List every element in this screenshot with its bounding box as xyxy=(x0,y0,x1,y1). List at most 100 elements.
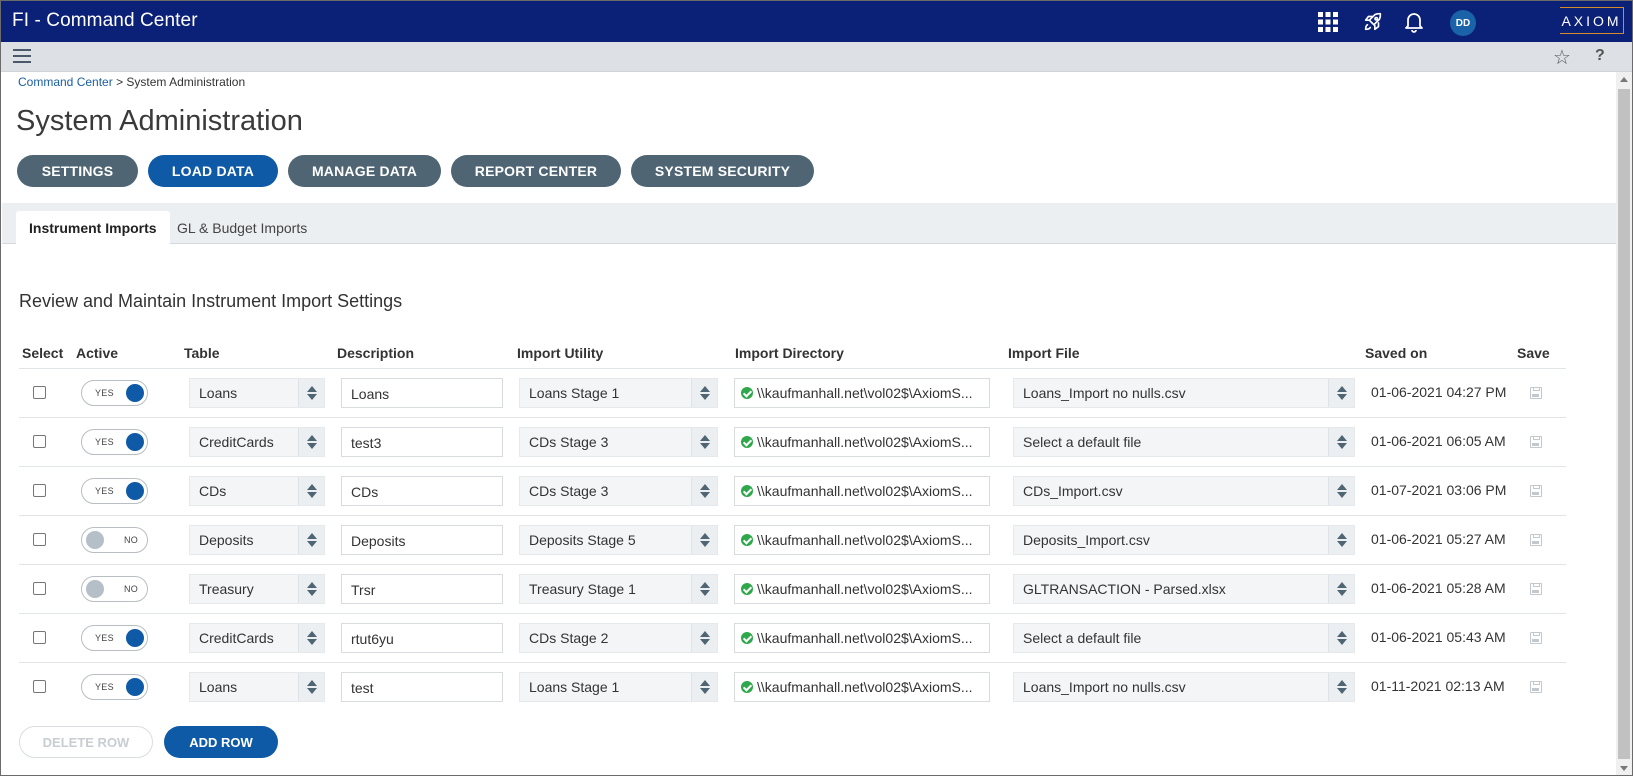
system-security-button[interactable]: SYSTEM SECURITY xyxy=(631,155,814,187)
import-directory-field[interactable]: \\kaufmanhall.net\vol02$\AxiomS... xyxy=(734,476,990,506)
bell-icon[interactable] xyxy=(1401,9,1427,35)
save-icon[interactable] xyxy=(1530,632,1542,644)
description-input[interactable]: Loans xyxy=(341,378,503,408)
import-file-select[interactable]: CDs_Import.csv xyxy=(1013,476,1355,506)
table-select[interactable]: Loans xyxy=(189,672,325,702)
import-directory-field[interactable]: \\kaufmanhall.net\vol02$\AxiomS... xyxy=(734,427,990,457)
save-icon[interactable] xyxy=(1530,485,1542,497)
import-utility-select[interactable]: CDs Stage 3 xyxy=(519,476,718,506)
import-directory-field[interactable]: \\kaufmanhall.net\vol02$\AxiomS... xyxy=(734,525,990,555)
check-circle-icon xyxy=(741,534,753,546)
table-row: NO Treasury Trsr Treasury Stage 1 \\kaufmanh… xyxy=(19,564,1566,613)
table-select[interactable]: CDs xyxy=(189,476,325,506)
delete-row-button[interactable]: DELETE ROW xyxy=(19,726,153,758)
import-utility-select[interactable]: Loans Stage 1 xyxy=(519,378,718,408)
table-select-value: CreditCards xyxy=(199,434,274,450)
save-icon[interactable] xyxy=(1530,681,1542,693)
active-toggle[interactable]: NO xyxy=(81,527,148,553)
description-input[interactable]: Deposits xyxy=(341,525,503,555)
report-center-button[interactable]: REPORT CENTER xyxy=(451,155,621,187)
row-select-checkbox[interactable] xyxy=(33,484,46,497)
import-file-select[interactable]: Select a default file xyxy=(1013,427,1355,457)
col-header-import-file: Import File xyxy=(1008,345,1080,361)
menu-icon[interactable] xyxy=(13,49,31,65)
import-utility-select[interactable]: Loans Stage 1 xyxy=(519,672,718,702)
import-utility-select[interactable]: Deposits Stage 5 xyxy=(519,525,718,555)
check-circle-icon xyxy=(741,583,753,595)
apps-grid-icon[interactable] xyxy=(1315,9,1341,35)
import-utility-select[interactable]: CDs Stage 2 xyxy=(519,623,718,653)
section-title: Review and Maintain Instrument Import Se… xyxy=(19,291,403,311)
scroll-down-icon[interactable] xyxy=(1620,766,1628,771)
row-select-checkbox[interactable] xyxy=(33,631,46,644)
active-toggle[interactable]: YES xyxy=(81,429,148,455)
col-header-save: Save xyxy=(1517,345,1550,361)
tab-instrument-imports[interactable]: Instrument Imports xyxy=(16,211,170,245)
import-directory-field[interactable]: \\kaufmanhall.net\vol02$\AxiomS... xyxy=(734,574,990,604)
vertical-scrollbar[interactable] xyxy=(1616,72,1632,775)
import-file-select[interactable]: Select a default file xyxy=(1013,623,1355,653)
star-icon[interactable]: ☆ xyxy=(1553,45,1571,70)
active-toggle-label: YES xyxy=(95,388,114,398)
table-select-value: Deposits xyxy=(199,532,254,548)
page-title: System Administration xyxy=(16,105,303,137)
sort-arrows-icon xyxy=(1328,477,1354,505)
help-icon[interactable]: ? xyxy=(1595,47,1605,65)
description-input[interactable]: Trsr xyxy=(341,574,503,604)
import-directory-field[interactable]: \\kaufmanhall.net\vol02$\AxiomS... xyxy=(734,672,990,702)
table-select[interactable]: CreditCards xyxy=(189,427,325,457)
check-circle-icon xyxy=(741,387,753,399)
breadcrumb-separator: > xyxy=(116,75,124,89)
description-input[interactable]: test xyxy=(341,672,503,702)
description-input[interactable]: CDs xyxy=(341,476,503,506)
table-select[interactable]: Loans xyxy=(189,378,325,408)
import-directory-field[interactable]: \\kaufmanhall.net\vol02$\AxiomS... xyxy=(734,378,990,408)
active-toggle[interactable]: YES xyxy=(81,478,148,504)
user-avatar[interactable]: DD xyxy=(1450,10,1476,36)
save-icon[interactable] xyxy=(1530,436,1542,448)
active-toggle[interactable]: YES xyxy=(81,674,148,700)
breadcrumb-command-center[interactable]: Command Center xyxy=(18,75,113,89)
active-toggle[interactable]: YES xyxy=(81,380,148,406)
scroll-up-icon[interactable] xyxy=(1620,77,1628,82)
settings-button[interactable]: SETTINGS xyxy=(17,155,138,187)
tab-gl-budget-imports[interactable]: GL & Budget Imports xyxy=(164,211,320,245)
sort-arrows-icon xyxy=(298,477,324,505)
saved-on-timestamp: 01-11-2021 02:13 AM xyxy=(1371,678,1505,694)
save-icon[interactable] xyxy=(1530,387,1542,399)
table-select[interactable]: CreditCards xyxy=(189,623,325,653)
row-select-checkbox[interactable] xyxy=(33,582,46,595)
import-file-select[interactable]: Deposits_Import.csv xyxy=(1013,525,1355,555)
import-file-select[interactable]: GLTRANSACTION - Parsed.xlsx xyxy=(1013,574,1355,604)
row-select-checkbox[interactable] xyxy=(33,680,46,693)
table-select[interactable]: Treasury xyxy=(189,574,325,604)
import-file-select[interactable]: Loans_Import no nulls.csv xyxy=(1013,378,1355,408)
import-utility-select[interactable]: CDs Stage 3 xyxy=(519,427,718,457)
manage-data-button[interactable]: MANAGE DATA xyxy=(288,155,441,187)
axiom-logo: AXIOM xyxy=(1560,7,1624,34)
toggle-knob xyxy=(126,384,144,402)
rocket-icon[interactable] xyxy=(1360,9,1386,35)
import-directory-field[interactable]: \\kaufmanhall.net\vol02$\AxiomS... xyxy=(734,623,990,653)
import-utility-select[interactable]: Treasury Stage 1 xyxy=(519,574,718,604)
row-select-checkbox[interactable] xyxy=(33,435,46,448)
add-row-button[interactable]: ADD ROW xyxy=(164,726,278,758)
table-row: YES CDs CDs CDs Stage 3 \\kaufmanhall.net\vo… xyxy=(19,466,1566,515)
import-directory-value: \\kaufmanhall.net\vol02$\AxiomS... xyxy=(757,434,973,450)
load-data-button[interactable]: LOAD DATA xyxy=(148,155,278,187)
import-directory-value: \\kaufmanhall.net\vol02$\AxiomS... xyxy=(757,581,973,597)
row-select-checkbox[interactable] xyxy=(33,533,46,546)
import-directory-value: \\kaufmanhall.net\vol02$\AxiomS... xyxy=(757,630,973,646)
active-toggle[interactable]: YES xyxy=(81,625,148,651)
table-select[interactable]: Deposits xyxy=(189,525,325,555)
import-file-select[interactable]: Loans_Import no nulls.csv xyxy=(1013,672,1355,702)
row-select-checkbox[interactable] xyxy=(33,386,46,399)
import-file-value: GLTRANSACTION - Parsed.xlsx xyxy=(1023,581,1226,597)
description-input[interactable]: rtut6yu xyxy=(341,623,503,653)
save-icon[interactable] xyxy=(1530,534,1542,546)
description-input[interactable]: test3 xyxy=(341,427,503,457)
scroll-thumb[interactable] xyxy=(1618,89,1630,759)
import-utility-value: Treasury Stage 1 xyxy=(529,581,636,597)
active-toggle[interactable]: NO xyxy=(81,576,148,602)
save-icon[interactable] xyxy=(1530,583,1542,595)
